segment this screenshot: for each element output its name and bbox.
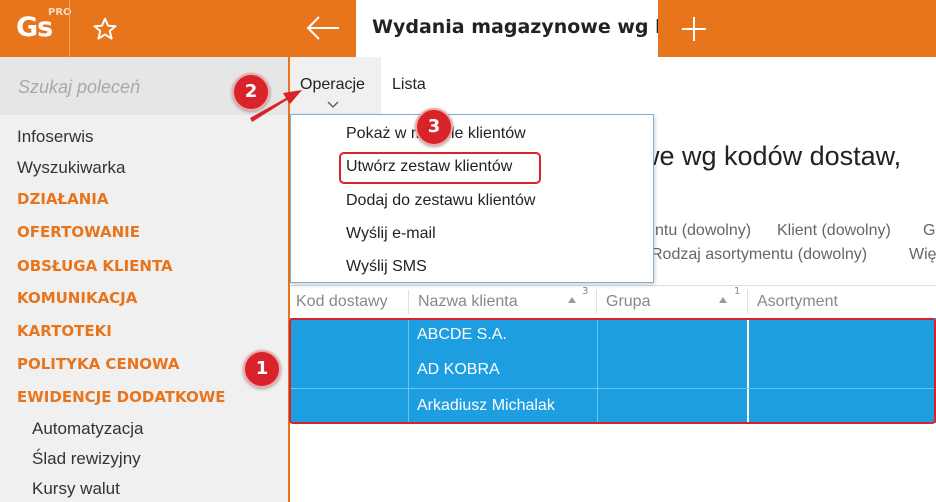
column-nazwa-klienta[interactable]: Nazwa klienta — [418, 293, 518, 311]
sidebar-item-wyszukiwarka[interactable]: Wyszukiwarka — [17, 158, 125, 178]
logo-divider — [69, 0, 70, 57]
callout-badge-3: 3 — [415, 108, 453, 146]
sort-rank-grupa: 1 — [734, 286, 741, 297]
sidebar-item-infoserwis[interactable]: Infoserwis — [17, 127, 94, 147]
operacje-dropdown-menu: Pokaż w module klientów Utwórz zestaw kl… — [290, 114, 654, 283]
menu-bar: Operacje Lista — [290, 57, 936, 114]
column-kod-dostawy[interactable]: Kod dostawy — [296, 293, 388, 311]
sidebar-item-ewidencje-dodatkowe[interactable]: EWIDENCJE DODATKOWE — [17, 388, 226, 406]
grid-header: Kod dostawy Nazwa klienta 3 Grupa 1 Asor… — [290, 285, 936, 318]
page-title: we wg kodów dostaw, — [640, 141, 902, 171]
column-separator[interactable] — [408, 290, 409, 314]
sidebar-item-slad-rewizyjny[interactable]: Ślad rewizyjny — [32, 449, 141, 469]
sidebar-item-kursy-walut[interactable]: Kursy walut — [32, 479, 120, 499]
sidebar-item-obsluga-klienta[interactable]: OBSŁUGA KLIENTA — [17, 257, 173, 275]
sort-ascending-icon — [568, 297, 576, 303]
tab-wydania-magazynowe[interactable]: Wydania magazynowe wg kodów dostaw, klie… — [356, 0, 658, 57]
sidebar-item-automatyzacja[interactable]: Automatyzacja — [32, 419, 144, 439]
filter-rodzaj-asortymentu[interactable]: Rodzaj asortymentu (dowolny) — [651, 246, 867, 264]
sort-ascending-icon — [719, 297, 727, 303]
filter-wiecej[interactable]: Wię — [909, 246, 936, 264]
search-input-placeholder[interactable]: Szukaj poleceń — [18, 77, 140, 98]
callout-badge-1: 1 — [243, 350, 281, 388]
menu-lista[interactable]: Lista — [392, 76, 426, 94]
back-arrow-icon[interactable] — [305, 14, 341, 42]
top-bar: Gs PRO Wydania magazynowe wg kodów dosta… — [0, 0, 936, 57]
filter-grupa[interactable]: G — [923, 222, 935, 240]
menu-item-dodaj-do-zestawu-klientow[interactable]: Dodaj do zestawu klientów — [346, 192, 535, 210]
selection-highlight-frame — [289, 318, 936, 424]
filter-klient[interactable]: Klient (dowolny) — [777, 222, 891, 240]
app-logo[interactable]: Gs PRO — [0, 0, 72, 57]
sidebar-item-kartoteki[interactable]: KARTOTEKI — [17, 322, 112, 340]
column-separator[interactable] — [596, 290, 597, 314]
logo-pro-badge: PRO — [48, 7, 72, 18]
add-tab-icon[interactable] — [680, 15, 708, 43]
chevron-down-icon — [327, 101, 339, 108]
star-icon[interactable] — [92, 16, 118, 42]
callout-badge-2: 2 — [232, 73, 270, 111]
logo-text: Gs — [16, 12, 53, 43]
sort-rank-nazwa: 3 — [582, 286, 589, 297]
sidebar-item-ofertowanie[interactable]: OFERTOWANIE — [17, 223, 140, 241]
menu-item-wyslij-email[interactable]: Wyślij e-mail — [346, 225, 436, 243]
filter-asortyment[interactable]: ntu (dowolny) — [655, 222, 751, 240]
sidebar-item-dzialania[interactable]: DZIAŁANIA — [17, 190, 109, 208]
tab-title: Wydania magazynowe wg kodów dostaw, klie… — [372, 16, 658, 38]
sidebar: Szukaj poleceń Infoserwis Wyszukiwarka D… — [0, 57, 288, 502]
menu-item-highlight-frame — [339, 152, 541, 184]
menu-item-wyslij-sms[interactable]: Wyślij SMS — [346, 258, 427, 276]
sidebar-item-polityka-cenowa[interactable]: POLITYKA CENOWA — [17, 355, 179, 373]
sidebar-item-komunikacja[interactable]: KOMUNIKACJA — [17, 289, 137, 307]
column-separator[interactable] — [747, 290, 748, 314]
column-asortyment[interactable]: Asortyment — [757, 293, 838, 311]
column-grupa[interactable]: Grupa — [606, 293, 650, 311]
